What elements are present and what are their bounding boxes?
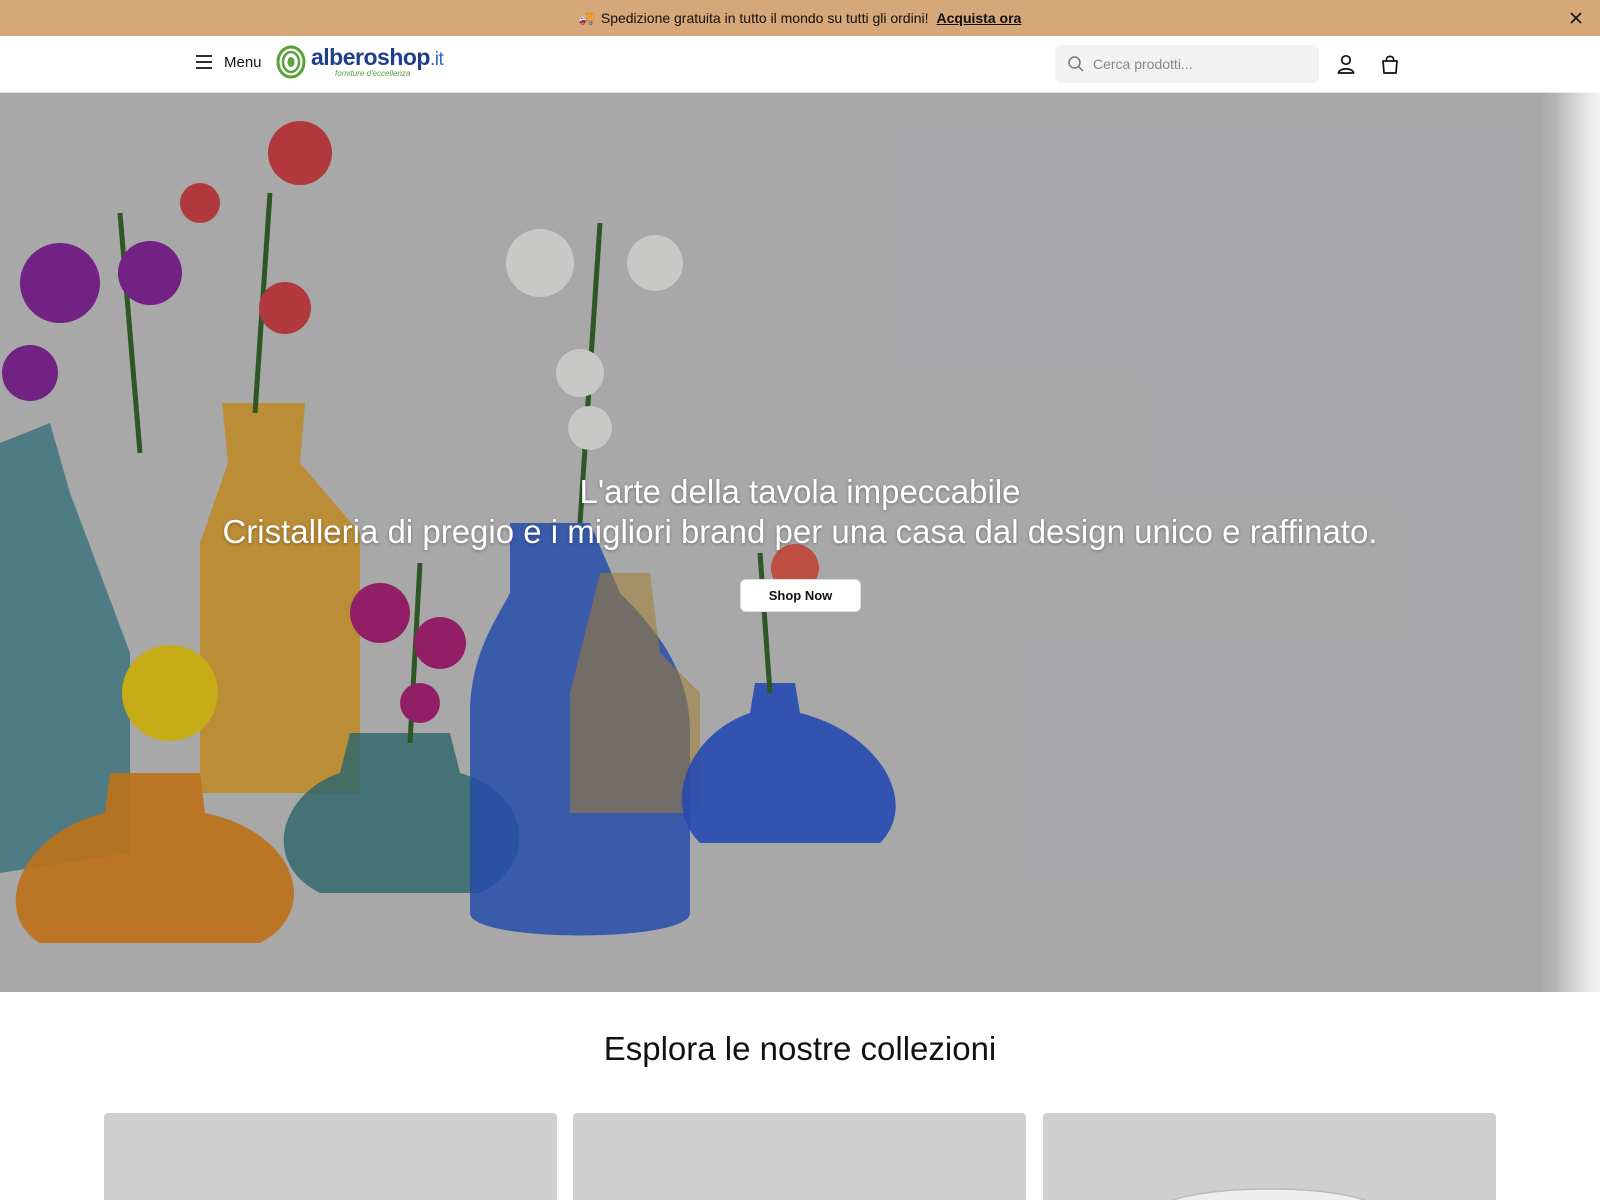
collection-image [1171,1188,1367,1200]
logo-tagline: forniture d'eccellenza [335,69,411,78]
collection-card[interactable] [573,1113,1026,1200]
announcement-bar: 🚚 Spedizione gratuita in tutto il mondo … [0,0,1600,36]
hero-subtitle: Cristalleria di pregio e i migliori bran… [222,513,1378,550]
shop-now-link[interactable]: Acquista ora [937,10,1022,26]
bag-icon[interactable] [1379,53,1401,75]
search-input[interactable] [1093,56,1293,72]
search-icon [1068,56,1084,72]
hero-banner: L'arte della tavola impeccabile Cristall… [0,93,1600,992]
truck-icon: 🚚 [578,10,595,25]
user-icon[interactable] [1335,53,1357,75]
menu-label: Menu [224,53,262,71]
hero-title: L'arte della tavola impeccabile [579,473,1021,510]
announcement-text: Spedizione gratuita in tutto il mondo su… [600,10,929,26]
logo-mark-icon [276,45,306,79]
collection-card[interactable] [1043,1113,1496,1200]
close-icon[interactable] [1566,8,1586,28]
hamburger-icon [196,55,212,69]
collections-title: Esplora le nostre collezioni [603,1030,997,1067]
search-box[interactable] [1055,45,1319,83]
menu-button[interactable]: Menu [194,52,262,72]
logo-name: alberoshop.it [311,44,444,70]
shop-now-button[interactable]: Shop Now [740,579,861,612]
logo[interactable]: alberoshop.it forniture d'eccellenza [276,44,444,79]
site-header: Menu alberoshop.it forniture d'eccellenz… [0,36,1600,93]
collection-card[interactable] [104,1113,557,1200]
